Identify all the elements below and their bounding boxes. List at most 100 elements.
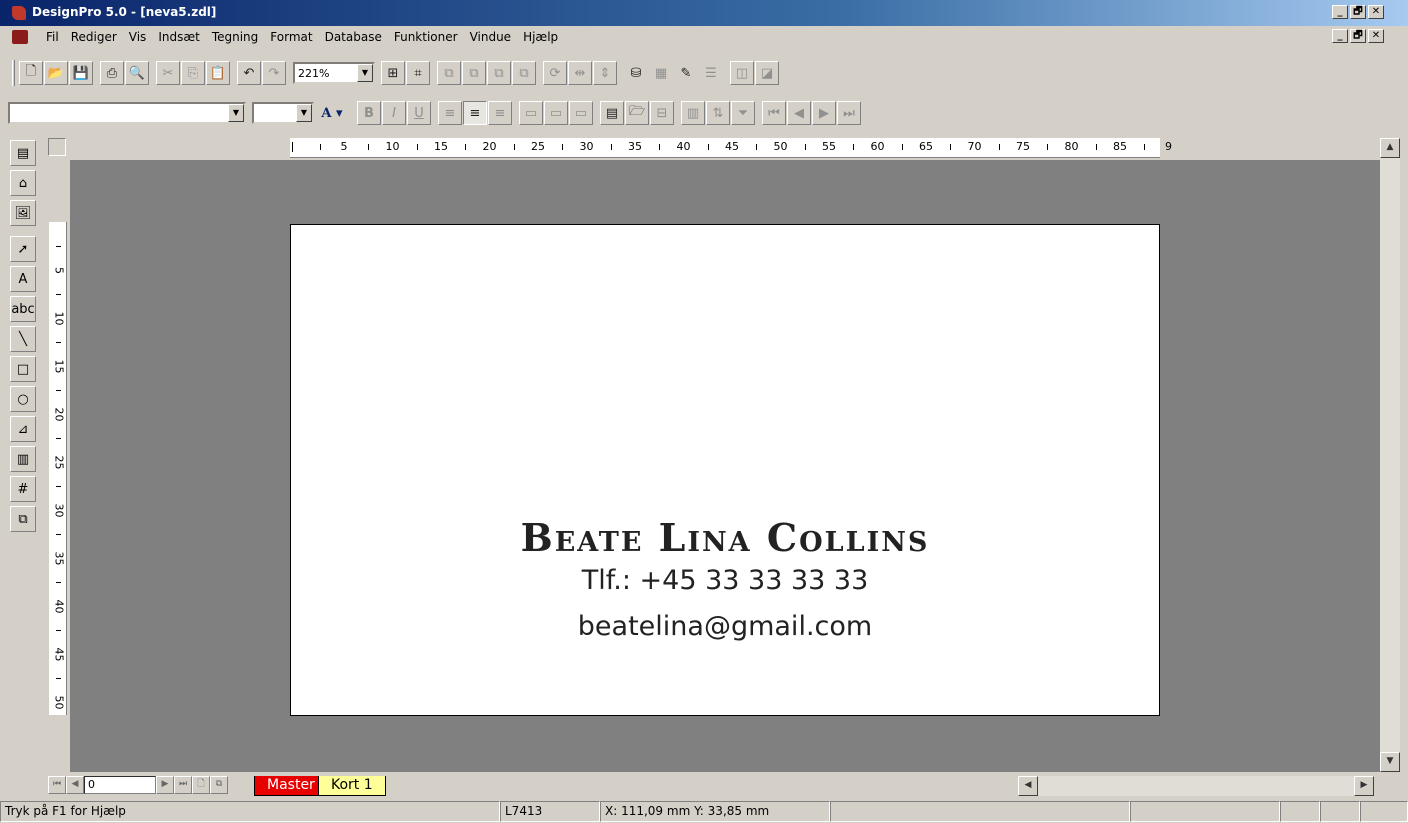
new-file-icon[interactable]: 🗋 [19,61,43,85]
scroll-down-icon[interactable]: ▼ [1380,752,1400,772]
print-preview-icon[interactable]: 🔍 [125,61,149,85]
underline-icon[interactable]: U [407,101,431,125]
shadow-icon[interactable]: ◫ [730,61,754,85]
rotate-icon[interactable]: ⟳ [543,61,567,85]
close-button[interactable]: ✕ [1368,5,1384,19]
doc-minimize-button[interactable]: _ [1332,29,1348,43]
first-page-icon[interactable]: ⏮ [48,776,66,794]
italic-icon[interactable]: I [382,101,406,125]
chevron-down-icon[interactable]: ▼ [228,104,244,122]
menu-tegning[interactable]: Tegning [206,30,264,44]
ellipse-tool-icon[interactable]: ○ [10,386,36,412]
chevron-down-icon[interactable]: ▼ [357,64,373,82]
print-icon[interactable]: ⎙ [100,61,124,85]
card-email-text[interactable]: beatelina@gmail.com [291,611,1159,642]
previous-page-icon[interactable]: ◀ [66,776,84,794]
database-table-icon[interactable]: ▤ [600,101,624,125]
valign-bottom-icon[interactable]: ▭ [569,101,593,125]
last-page-icon[interactable]: ⏭ [174,776,192,794]
menu-vindue[interactable]: Vindue [464,30,518,44]
fill-color-icon[interactable]: ⛁ [624,61,648,85]
object-list-icon[interactable]: ▤ [10,140,36,166]
tab-kort-1[interactable]: Kort 1 [318,776,386,796]
copy-icon[interactable]: ⎘ [181,61,205,85]
doc-close-button[interactable]: ✕ [1368,29,1384,43]
menu-database[interactable]: Database [319,30,388,44]
cut-icon[interactable]: ✂ [156,61,180,85]
send-backward-icon[interactable]: ⧉ [512,61,536,85]
group-icon[interactable]: ⊞ [381,61,405,85]
paste-icon[interactable]: 📋 [206,61,230,85]
record-view-icon[interactable]: ▥ [681,101,705,125]
valign-middle-icon[interactable]: ▭ [544,101,568,125]
polygon-tool-icon[interactable]: ⊿ [10,416,36,442]
open-folder-icon[interactable]: 📂 [44,61,68,85]
scroll-up-icon[interactable]: ▲ [1380,138,1400,158]
art-text-icon[interactable]: abc [10,296,36,322]
layout-icon[interactable]: ⌂ [10,170,36,196]
document-system-icon[interactable] [12,30,28,44]
pointer-icon[interactable]: ➚ [10,236,36,262]
text-frame-icon[interactable]: A [10,266,36,292]
tab-master[interactable]: Master [254,776,328,796]
merge-field-icon[interactable]: ⊟ [650,101,674,125]
barcode-tool-icon[interactable]: ▥ [10,446,36,472]
menu-hjaelp[interactable]: Hjælp [517,30,564,44]
scroll-right-icon[interactable]: ▶ [1354,776,1374,796]
next-record-icon[interactable]: ▶ [812,101,836,125]
filter-icon[interactable]: ⏷ [731,101,755,125]
vertical-scrollbar[interactable]: ▲ ▼ [1380,138,1400,772]
font-name-select[interactable]: ▼ [8,102,246,124]
font-color-button[interactable]: A ▾ [314,101,350,125]
previous-record-icon[interactable]: ◀ [787,101,811,125]
horizontal-scrollbar[interactable]: ◀ ▶ [1018,776,1374,796]
pattern-icon[interactable]: ▦ [649,61,673,85]
next-page-icon[interactable]: ▶ [156,776,174,794]
undo-icon[interactable]: ↶ [237,61,261,85]
last-record-icon[interactable]: ⏭ [837,101,861,125]
menu-rediger[interactable]: Rediger [65,30,123,44]
rectangle-tool-icon[interactable]: □ [10,356,36,382]
align-left-icon[interactable]: ≡ [438,101,462,125]
duplicate-page-icon[interactable]: ⧉ [210,776,228,794]
restore-button[interactable]: 🗗 [1350,5,1366,19]
redo-icon[interactable]: ↷ [262,61,286,85]
align-right-icon[interactable]: ≡ [488,101,512,125]
bring-front-icon[interactable]: ⧉ [437,61,461,85]
line-tool-icon[interactable]: ╲ [10,326,36,352]
flip-horizontal-icon[interactable]: ⇹ [568,61,592,85]
chevron-down-icon[interactable]: ▼ [296,104,312,122]
send-back-icon[interactable]: ⧉ [462,61,486,85]
save-icon[interactable]: 💾 [69,61,93,85]
bold-icon[interactable]: B [357,101,381,125]
first-record-icon[interactable]: ⏮ [762,101,786,125]
card-phone-text[interactable]: Tlf.: +45 33 33 33 33 [291,565,1159,596]
toolbar-grip[interactable] [12,60,15,86]
valign-top-icon[interactable]: ▭ [519,101,543,125]
page-number-field[interactable]: 0 [84,776,156,794]
serial-number-icon[interactable]: # [10,476,36,502]
crop-icon[interactable]: ⌗ [406,61,430,85]
line-style-icon[interactable]: ☰ [699,61,723,85]
font-size-select[interactable]: ▼ [252,102,314,124]
border-icon[interactable]: ◪ [755,61,779,85]
database-open-icon[interactable]: 🗁 [625,101,649,125]
image-gallery-icon[interactable]: 🖼 [10,200,36,226]
workspace[interactable]: Beate Lina Collins Tlf.: +45 33 33 33 33… [70,160,1380,772]
new-page-icon[interactable]: 🗋 [192,776,210,794]
line-color-icon[interactable]: ✎ [674,61,698,85]
menu-indsaet[interactable]: Indsæt [152,30,206,44]
zoom-select[interactable]: 221% ▼ [293,62,375,84]
menu-fil[interactable]: Fil [40,30,65,44]
ruler-corner[interactable] [48,138,66,156]
label-page[interactable]: Beate Lina Collins Tlf.: +45 33 33 33 33… [290,224,1160,716]
doc-restore-button[interactable]: 🗗 [1350,29,1366,43]
minimize-button[interactable]: _ [1332,5,1348,19]
scroll-left-icon[interactable]: ◀ [1018,776,1038,796]
card-name-text[interactable]: Beate Lina Collins [291,515,1159,560]
insert-object-icon[interactable]: ⧉ [10,506,36,532]
bring-forward-icon[interactable]: ⧉ [487,61,511,85]
flip-vertical-icon[interactable]: ⇕ [593,61,617,85]
menu-format[interactable]: Format [264,30,318,44]
menu-vis[interactable]: Vis [123,30,153,44]
